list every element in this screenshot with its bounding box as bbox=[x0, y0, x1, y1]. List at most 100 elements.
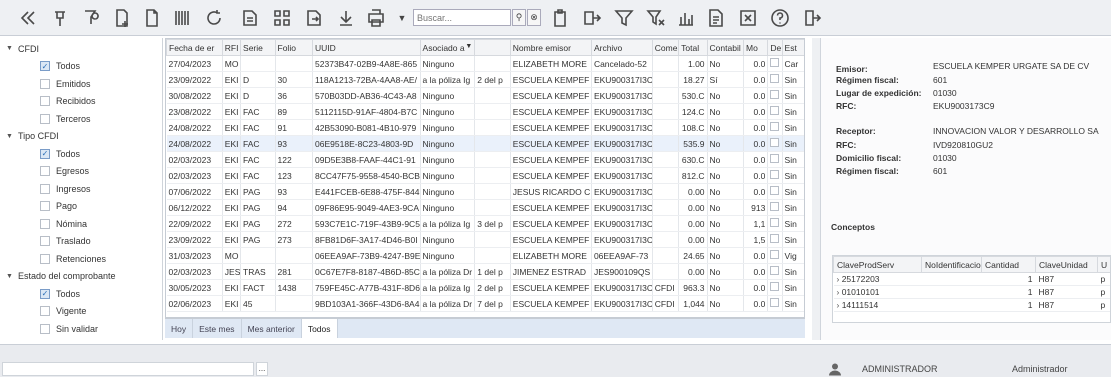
help-icon[interactable] bbox=[770, 7, 790, 29]
column-header[interactable]: ClaveProdServ bbox=[834, 257, 922, 273]
checkbox[interactable]: ✓ bbox=[40, 149, 50, 159]
table-row[interactable]: 02/03/2023JESTRAS2810C67E7F8-8187-4B6D-8… bbox=[167, 264, 806, 280]
checkbox[interactable] bbox=[40, 219, 50, 229]
column-header[interactable]: Contabil bbox=[707, 40, 744, 56]
download-icon[interactable] bbox=[336, 7, 356, 29]
table-row[interactable]: › 010101011H87p bbox=[834, 286, 1111, 299]
checkbox[interactable] bbox=[40, 236, 50, 246]
checkbox[interactable]: ✓ bbox=[40, 61, 50, 71]
table-row[interactable]: 02/03/2023EKIFAC1238CC47F75-9558-4540-BC… bbox=[167, 168, 806, 184]
tree-item[interactable]: Emitidos bbox=[0, 75, 91, 92]
column-header[interactable]: ClaveUnidad bbox=[1036, 257, 1098, 273]
table-row[interactable]: 23/08/2022EKIFAC895112115D-91AF-4804-B7C… bbox=[167, 104, 806, 120]
checkbox[interactable] bbox=[770, 250, 779, 259]
column-header[interactable]: Folio bbox=[275, 40, 313, 56]
checkbox[interactable] bbox=[40, 306, 50, 316]
checkbox[interactable] bbox=[40, 79, 50, 89]
filter-icon[interactable] bbox=[614, 7, 634, 29]
column-header[interactable]: Nombre emisor bbox=[510, 40, 591, 56]
column-header[interactable]: Serie bbox=[241, 40, 275, 56]
collapse-left-icon[interactable] bbox=[18, 7, 38, 29]
exit-icon[interactable] bbox=[802, 7, 822, 29]
checkbox[interactable] bbox=[770, 74, 779, 83]
column-header[interactable]: Come bbox=[652, 40, 678, 56]
checkbox[interactable] bbox=[770, 202, 779, 211]
export-icon[interactable] bbox=[304, 7, 324, 29]
table-row[interactable]: 06/12/2022EKIPAG9409F86E95-9049-4AE3-9CA… bbox=[167, 200, 806, 216]
tree-item[interactable]: Pago bbox=[0, 198, 77, 215]
dropdown-icon[interactable]: ▼ bbox=[396, 7, 408, 29]
tree-item[interactable]: ✓Todos bbox=[0, 285, 80, 302]
checkbox[interactable] bbox=[40, 166, 50, 176]
barcode-icon[interactable] bbox=[172, 7, 192, 29]
table-row[interactable]: 27/04/2023MO52373B47-02B9-4A8E-865Ningun… bbox=[167, 56, 806, 72]
new-document-icon[interactable] bbox=[112, 7, 132, 29]
tree-item[interactable]: Recibidos bbox=[0, 93, 96, 110]
table-row[interactable]: 30/05/2023EKIFACT1438759FE45C-A77B-431F-… bbox=[167, 280, 806, 296]
tree-item[interactable]: Nómina bbox=[0, 215, 87, 232]
table-row[interactable]: 22/09/2022EKIPAG272593C7E1C-719F-43B9-9C… bbox=[167, 216, 806, 232]
tree-item[interactable]: Traslado bbox=[0, 233, 91, 250]
table-row[interactable]: 07/06/2022EKIPAG93E441FCEB-6E88-475F-844… bbox=[167, 184, 806, 200]
checkbox[interactable] bbox=[40, 201, 50, 211]
column-header[interactable]: Total bbox=[679, 40, 707, 56]
search-icon[interactable]: ⚲ bbox=[512, 9, 526, 26]
table-row[interactable]: › 141115141H87p bbox=[834, 299, 1111, 312]
column-header[interactable]: RFI bbox=[222, 40, 240, 56]
tree-item[interactable]: ✓Todos bbox=[0, 145, 80, 162]
column-header[interactable]: Mo bbox=[744, 40, 768, 56]
chevron-down-icon[interactable]: ▼ bbox=[465, 43, 472, 50]
column-header[interactable]: U bbox=[1098, 257, 1111, 273]
table-row[interactable]: 23/09/2022EKID30118A1213-72BA-4AA8-AE/a … bbox=[167, 72, 806, 88]
forward-icon[interactable] bbox=[582, 7, 602, 29]
column-header[interactable]: NoIdentificacio bbox=[922, 257, 982, 273]
checkbox[interactable] bbox=[770, 298, 779, 307]
table-row[interactable]: 02/03/2023EKIFAC12209D5E3B8-FAAF-44C1-91… bbox=[167, 152, 806, 168]
checkbox[interactable]: ✓ bbox=[40, 289, 50, 299]
column-header[interactable]: Archivo bbox=[591, 40, 652, 56]
document-list-icon[interactable] bbox=[706, 7, 726, 29]
tree-group[interactable]: ▼CFDI bbox=[0, 40, 39, 57]
search-input[interactable] bbox=[413, 9, 511, 26]
table-row[interactable]: 24/08/2022EKIFAC9306E9518E-8C23-4803-9DN… bbox=[167, 136, 806, 152]
tree-item[interactable]: Vigente bbox=[0, 303, 86, 320]
column-header[interactable]: Fecha de er bbox=[167, 40, 223, 56]
tree-item[interactable]: Sin validar bbox=[0, 320, 98, 337]
clear-filter-icon[interactable] bbox=[646, 7, 666, 29]
checkbox[interactable] bbox=[770, 90, 779, 99]
tree-item[interactable]: Retenciones bbox=[0, 250, 106, 267]
tab-hoy[interactable]: Hoy bbox=[165, 319, 193, 338]
status-input[interactable] bbox=[2, 362, 254, 376]
checkbox[interactable] bbox=[770, 234, 779, 243]
tree-item[interactable]: Egresos bbox=[0, 163, 89, 180]
table-row[interactable]: 30/08/2022EKID36570B03DD-AB36-4C43-A8Nin… bbox=[167, 88, 806, 104]
checkbox[interactable] bbox=[770, 266, 779, 275]
checkbox[interactable] bbox=[770, 282, 779, 291]
splitter[interactable] bbox=[812, 38, 820, 340]
column-header[interactable]: Est bbox=[782, 40, 805, 56]
print-icon[interactable] bbox=[366, 7, 386, 29]
refresh-icon[interactable] bbox=[204, 7, 224, 29]
pin-icon[interactable] bbox=[50, 7, 70, 29]
tree-group[interactable]: ▼Estado del comprobante bbox=[0, 268, 116, 285]
checkbox[interactable] bbox=[40, 184, 50, 194]
tree-group[interactable]: ▼Tipo CFDI bbox=[0, 128, 59, 145]
checkbox[interactable] bbox=[770, 106, 779, 115]
checkbox[interactable] bbox=[770, 218, 779, 227]
tree-item[interactable]: Ingresos bbox=[0, 180, 91, 197]
tree-item[interactable]: ✓Todos bbox=[0, 58, 80, 75]
table-row[interactable]: 23/09/2022EKIPAG2738FB81D6F-3A17-4D46-B0… bbox=[167, 232, 806, 248]
column-header[interactable]: Asociado a ▼ bbox=[420, 40, 475, 56]
column-header[interactable] bbox=[475, 40, 511, 56]
checkbox[interactable] bbox=[40, 254, 50, 264]
checkbox[interactable] bbox=[40, 114, 50, 124]
checkbox[interactable] bbox=[770, 154, 779, 163]
report-icon[interactable] bbox=[676, 7, 696, 29]
checkbox[interactable] bbox=[40, 324, 50, 334]
clipboard-icon[interactable] bbox=[550, 7, 570, 29]
chevron-down-icon[interactable]: ▼ bbox=[6, 133, 16, 140]
table-row[interactable]: › 251722031H87p bbox=[834, 273, 1111, 286]
status-ellipsis-button[interactable]: ... bbox=[256, 362, 268, 376]
table-row[interactable]: 31/03/2023MO06EEA9AF-73B9-4247-B9ENingun… bbox=[167, 248, 806, 264]
checkbox[interactable] bbox=[770, 58, 779, 67]
